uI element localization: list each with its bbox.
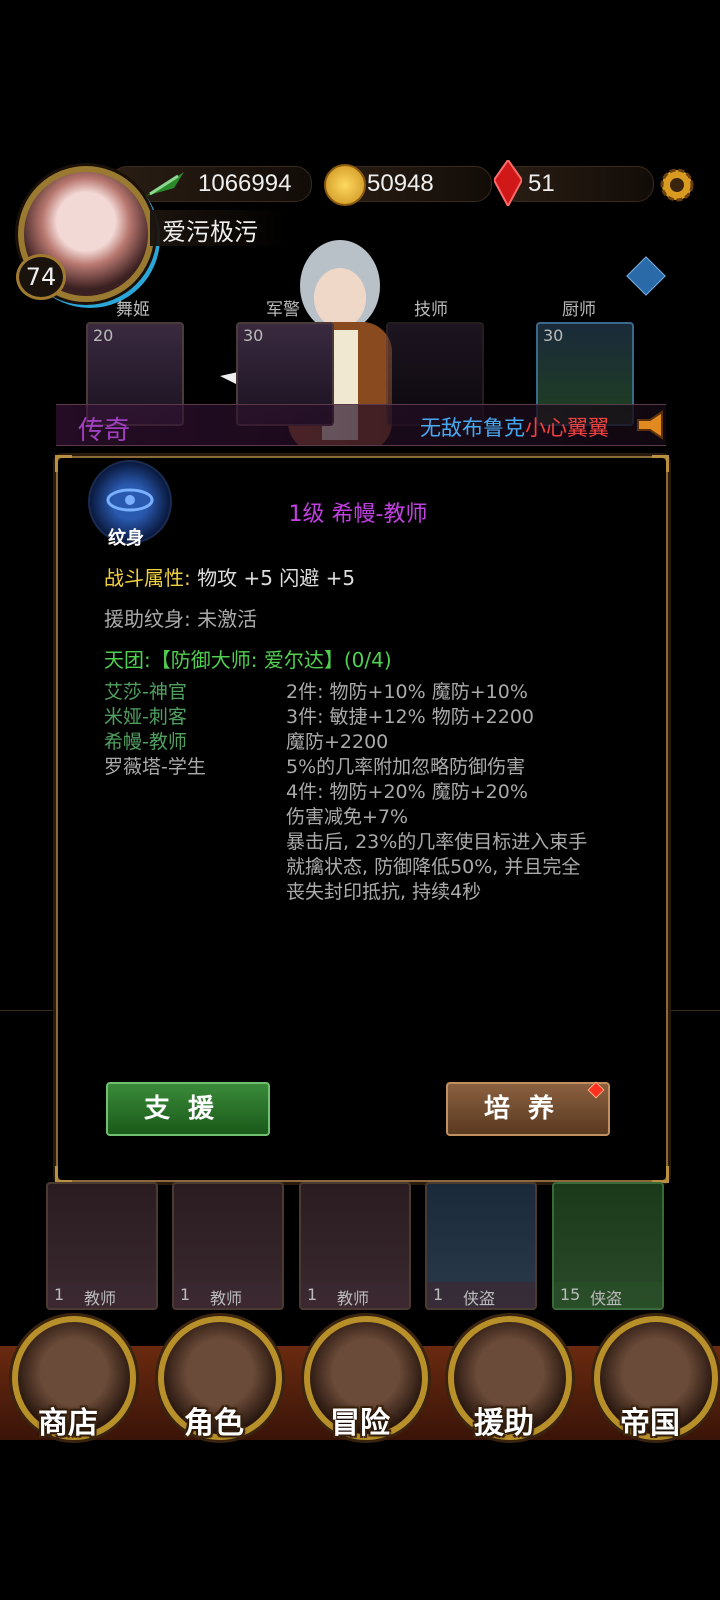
card-class: 教师 — [210, 1289, 243, 1308]
dialog-corner — [652, 455, 669, 472]
team-member: 罗薇塔-学生 — [104, 756, 206, 778]
slot-label-3: 技师 — [414, 300, 448, 320]
power-value: 1066994 — [198, 170, 292, 197]
set-bonus-line: 5%的几率附加忽略防御伤害 — [286, 756, 526, 778]
team-set-title: 天团:【防御大师: 爱尔达】(0/4) — [104, 648, 392, 672]
set-bonus-list: 2件: 物防+10% 魔防+10% 3件: 敏捷+12% 物防+2200 魔防+… — [286, 680, 587, 905]
player-level-badge: 74 — [16, 254, 66, 300]
card-class: 教师 — [84, 1289, 117, 1308]
info-diamond-icon[interactable] — [626, 256, 666, 296]
announcement-text: 小心翼翼 — [525, 416, 609, 440]
gem-pill — [500, 166, 654, 202]
rarity-label: 传奇 — [78, 416, 131, 446]
set-bonus-line: 暴击后, 23%的几率使目标进入束手 — [286, 831, 588, 853]
set-bonus-line: 4件: 物防+20% 魔防+20% — [286, 781, 528, 803]
team-member: 希幔-教师 — [104, 731, 187, 753]
gold-coin-icon — [324, 164, 366, 206]
card-level: 1 — [433, 1285, 444, 1304]
slot-label-1: 舞姬 — [116, 300, 150, 320]
combat-attr-label: 战斗属性: — [104, 566, 191, 590]
set-bonus-line: 魔防+2200 — [286, 731, 389, 753]
hero-card-1[interactable]: 1 教师 — [46, 1182, 158, 1310]
gold-value: 50948 — [367, 170, 434, 197]
slot-level: 20 — [93, 326, 114, 345]
set-bonus-line: 2件: 物防+10% 魔防+10% — [286, 681, 528, 703]
nav-adventure-label: 冒险 — [330, 1406, 390, 1441]
team-member: 米娅-刺客 — [104, 706, 187, 728]
card-level: 1 — [307, 1285, 318, 1304]
card-level: 1 — [180, 1285, 191, 1304]
set-bonus-line: 就擒状态, 防御降低50%, 并且完全 — [286, 856, 581, 878]
card-class: 侠盗 — [463, 1289, 496, 1308]
dialog-corner — [652, 1166, 669, 1183]
card-level: 15 — [560, 1285, 581, 1304]
announcement: 无敌布鲁克小心翼翼 — [420, 412, 609, 442]
slot-level: 30 — [243, 326, 264, 345]
tattoo-detail-dialog: 纹身 1级 希幔-教师 战斗属性: 物攻 +5 闪避 +5 援助纹身: 未激活 … — [55, 455, 669, 1183]
set-bonus-line: 丧失封印抵抗, 持续4秒 — [286, 881, 482, 903]
nav-character-label: 角色 — [184, 1406, 244, 1441]
slot-label-2: 军警 — [266, 300, 300, 320]
team-member: 艾莎-神官 — [104, 681, 187, 703]
nav-shop-label: 商店 — [38, 1406, 98, 1441]
support-button[interactable]: 支援 — [106, 1082, 270, 1136]
assist-tattoo-status: 援助纹身: 未激活 — [104, 607, 258, 631]
right-frame — [664, 1010, 720, 1051]
nav-empire-label: 帝国 — [620, 1406, 680, 1441]
settings-gear-icon[interactable] — [656, 164, 698, 206]
set-bonus-line: 伤害减免+7% — [286, 806, 409, 828]
hero-card-5[interactable]: 15 侠盗 — [552, 1182, 664, 1310]
hero-card-4[interactable]: 1 侠盗 — [425, 1182, 537, 1310]
nav-assist-label: 援助 — [474, 1406, 534, 1441]
dialog-corner — [55, 455, 72, 472]
slot-level: 30 — [543, 326, 564, 345]
dialog-title: 1级 希幔-教师 — [288, 502, 428, 527]
power-icon — [144, 170, 186, 202]
megaphone-icon — [636, 410, 666, 444]
announcement-name: 无敌布鲁克 — [420, 416, 525, 440]
card-level: 1 — [54, 1285, 65, 1304]
set-bonus-line: 3件: 敏捷+12% 物防+2200 — [286, 706, 534, 728]
card-class: 教师 — [337, 1289, 370, 1308]
card-class: 侠盗 — [590, 1289, 623, 1308]
hero-card-3[interactable]: 1 教师 — [299, 1182, 411, 1310]
team-member-list: 艾莎-神官 米娅-刺客 希幔-教师 罗薇塔-学生 — [104, 680, 206, 780]
red-gem-icon — [492, 158, 524, 210]
train-button[interactable]: 培养 — [446, 1082, 610, 1136]
dialog-corner — [55, 1166, 72, 1183]
slot-label-4: 厨师 — [562, 300, 596, 320]
gem-value: 51 — [528, 170, 555, 197]
combat-attr-value: 物攻 +5 闪避 +5 — [197, 566, 356, 590]
left-frame — [0, 1010, 56, 1051]
hero-card-2[interactable]: 1 教师 — [172, 1182, 284, 1310]
